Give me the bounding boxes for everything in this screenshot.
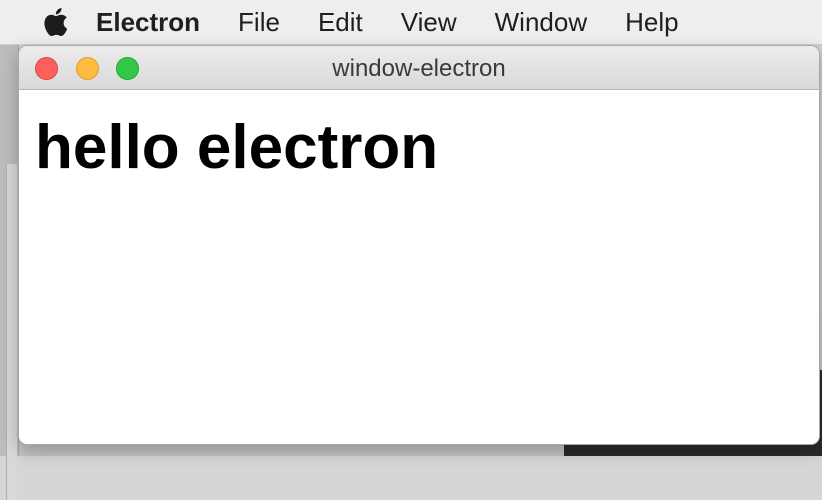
menu-bar: Electron File Edit View Window Help [0,0,822,45]
app-window: window-electron hello electron [19,46,819,444]
window-titlebar[interactable]: window-electron [19,46,819,90]
menu-edit[interactable]: Edit [318,7,363,38]
menu-file[interactable]: File [238,7,280,38]
menu-app-electron[interactable]: Electron [96,7,200,38]
window-content: hello electron [19,90,819,444]
window-title: window-electron [332,55,506,82]
background-window-panel [6,164,17,500]
menu-view[interactable]: View [401,7,457,38]
background-window-edge [0,44,19,500]
menu-help[interactable]: Help [625,7,678,38]
page-heading: hello electron [35,113,439,182]
apple-logo-icon[interactable] [40,7,70,37]
menu-window[interactable]: Window [495,7,587,38]
